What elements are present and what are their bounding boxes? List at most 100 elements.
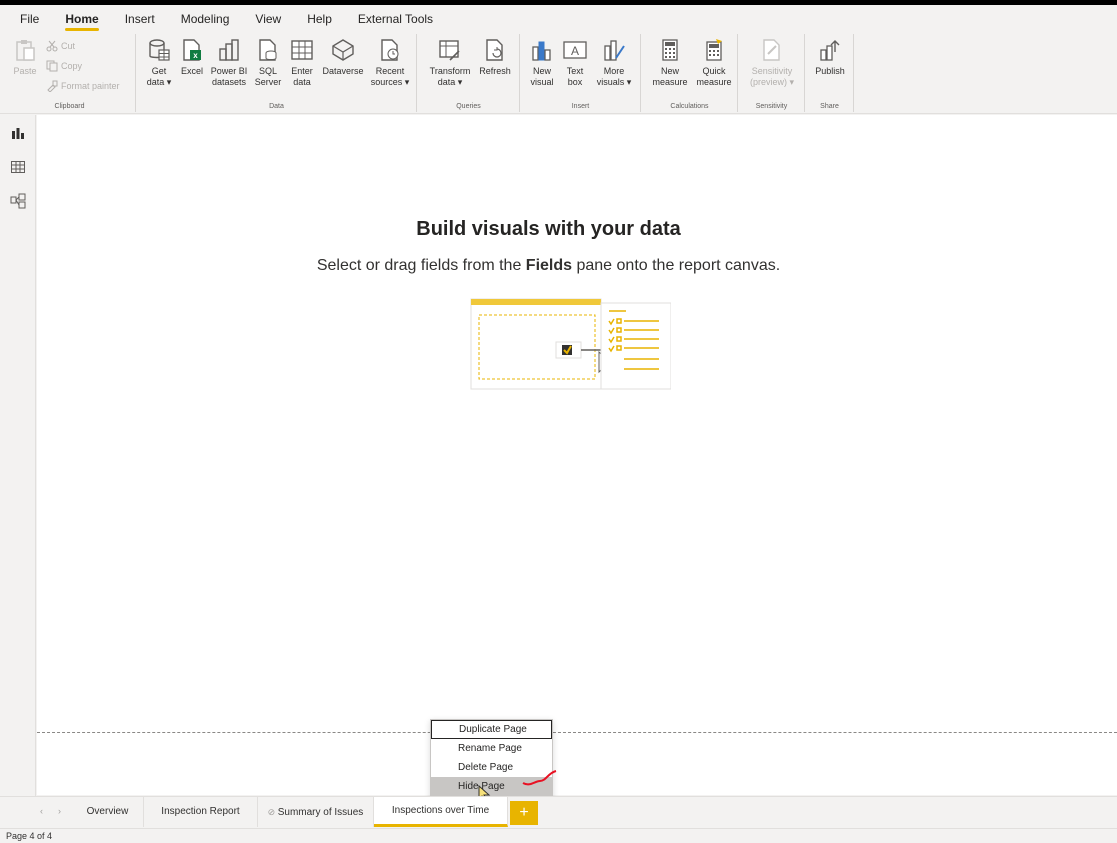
paste-label: Paste — [13, 66, 37, 76]
recent-sources-icon — [381, 39, 399, 61]
datasets-line1: Power BI — [210, 66, 248, 76]
text-box-line1: Text — [566, 66, 584, 76]
page-boundary — [37, 732, 1117, 733]
get-data-line2: data ▾ — [146, 77, 172, 87]
bar-chart-icon — [532, 41, 551, 61]
sensitivity-button[interactable]: Sensitivity (preview) ▾ — [743, 38, 801, 88]
group-clipboard: Paste Cut Copy Format painter Clipboard — [4, 34, 136, 112]
menu-help[interactable]: Help — [307, 12, 332, 26]
paste-icon — [16, 40, 35, 61]
power-bi-datasets-button[interactable]: Power BI datasets — [209, 38, 249, 88]
sql-line1: SQL — [258, 66, 277, 76]
excel-icon: x — [183, 39, 201, 61]
menu-view[interactable]: View — [255, 12, 281, 26]
status-bar: Page 4 of 4 — [0, 828, 1117, 843]
copy-label: Copy — [61, 61, 83, 71]
format-painter-icon — [47, 80, 58, 92]
rename-page-item[interactable]: Rename Page — [431, 739, 552, 758]
new-measure-line1: New — [660, 66, 679, 76]
model-view-icon[interactable] — [10, 193, 26, 209]
recent-sources-button[interactable]: Recent sources ▾ — [369, 38, 411, 88]
menu-file[interactable]: File — [20, 12, 39, 26]
datasets-icon — [219, 39, 239, 61]
enter-data-button[interactable]: Enter data — [287, 38, 317, 88]
menu-bar: File Home Insert Modeling View Help Exte… — [0, 5, 1117, 32]
get-data-line1: Get — [151, 66, 167, 76]
scroll-left-icon[interactable]: ‹ — [40, 806, 43, 816]
transform-data-icon — [439, 40, 460, 61]
copy-button[interactable]: Copy — [46, 60, 82, 72]
sql-server-icon — [259, 39, 277, 61]
delete-page-item[interactable]: Delete Page — [431, 758, 552, 777]
transform-data-button[interactable]: Transform data ▾ — [426, 38, 474, 88]
cut-button[interactable]: Cut — [46, 40, 75, 52]
quick-measure-line1: Quick — [702, 66, 726, 76]
excel-line1: Excel — [180, 66, 203, 76]
publish-icon — [820, 40, 840, 61]
empty-canvas-subtitle: Select or drag fields from the Fields pa… — [0, 257, 1097, 275]
sensitivity-line2: (preview) ▾ — [749, 77, 795, 87]
sql-server-button[interactable]: SQL Server — [253, 38, 283, 88]
hidden-page-icon: ⊘ — [267, 807, 278, 817]
recent-line2: sources ▾ — [370, 77, 410, 87]
group-share: Publish Share — [806, 34, 854, 112]
enter-data-line2: data — [293, 77, 311, 87]
more-visuals-button[interactable]: More visuals ▾ — [593, 38, 635, 88]
more-visuals-line1: More — [603, 66, 625, 76]
excel-button[interactable]: x Excel — [177, 38, 207, 77]
sensitivity-group-label: Sensitivity — [755, 103, 788, 110]
data-view-icon[interactable] — [10, 159, 26, 175]
insert-group-label: Insert — [571, 103, 590, 110]
group-calculations: New measure Quick measure Calculations — [642, 34, 738, 112]
new-visual-line2: visual — [530, 77, 554, 87]
menu-external-tools[interactable]: External Tools — [358, 12, 433, 26]
queries-group-label: Queries — [456, 103, 481, 110]
tab-overview[interactable]: Overview — [72, 797, 144, 827]
subtitle-part-1: Select or drag fields from the — [316, 257, 526, 274]
tab-inspection-report[interactable]: Inspection Report — [144, 797, 258, 827]
calculations-group-label: Calculations — [670, 103, 709, 110]
paste-button[interactable]: Paste — [10, 38, 40, 77]
clipboard-group-label: Clipboard — [54, 103, 85, 110]
refresh-button[interactable]: Refresh — [476, 38, 514, 77]
page-tab-bar: ‹ › Overview Inspection Report ⊘ Summary… — [0, 796, 1117, 828]
svg-text:x: x — [193, 51, 198, 60]
menu-insert[interactable]: Insert — [125, 12, 155, 26]
refresh-icon — [486, 39, 503, 61]
group-queries: Transform data ▾ Refresh Queries — [418, 34, 520, 112]
group-insert: New visual A Text box More visuals ▾ Ins… — [521, 34, 641, 112]
quick-measure-button[interactable]: Quick measure — [692, 38, 736, 88]
page-count-status: Page 4 of 4 — [6, 831, 53, 841]
subtitle-part-2: pane onto the report canvas. — [572, 257, 781, 274]
empty-canvas-title: Build visuals with your data — [416, 218, 681, 240]
get-data-button[interactable]: Get data ▾ — [143, 38, 175, 88]
report-canvas[interactable] — [37, 115, 1117, 795]
group-data: Get data ▾ x Excel Power BI datasets SQL… — [137, 34, 417, 112]
ribbon: Paste Cut Copy Format painter Clipboard … — [0, 32, 1117, 114]
format-painter-button[interactable]: Format painter — [46, 80, 120, 92]
share-group-label: Share — [820, 103, 839, 110]
scroll-right-icon[interactable]: › — [58, 806, 61, 816]
sensitivity-line1: Sensitivity — [751, 66, 793, 76]
duplicate-page-item[interactable]: Duplicate Page — [431, 720, 552, 739]
group-sensitivity: Sensitivity (preview) ▾ Sensitivity — [739, 34, 805, 112]
hide-page-item[interactable]: Hide Page — [431, 777, 552, 796]
subtitle-fields-bold: Fields — [525, 257, 573, 274]
add-page-button[interactable]: + — [510, 801, 538, 825]
dataverse-button[interactable]: Dataverse — [321, 38, 365, 77]
menu-home[interactable]: Home — [65, 12, 100, 31]
text-box-line2: box — [567, 77, 583, 87]
tab-summary-of-issues[interactable]: ⊘ Summary of Issues — [258, 797, 374, 827]
enter-data-line1: Enter — [291, 66, 313, 76]
tab-summary-label: Summary of Issues — [277, 807, 364, 818]
publish-label: Publish — [815, 66, 845, 76]
report-view-icon[interactable] — [10, 125, 26, 141]
tab-inspections-over-time[interactable]: Inspections over Time — [374, 797, 508, 827]
text-box-button[interactable]: A Text box — [561, 38, 589, 88]
sql-line2: Server — [254, 77, 282, 87]
publish-button[interactable]: Publish — [810, 38, 850, 77]
quick-measure-icon — [706, 39, 722, 61]
menu-modeling[interactable]: Modeling — [181, 12, 230, 26]
new-measure-button[interactable]: New measure — [648, 38, 692, 88]
new-visual-button[interactable]: New visual — [527, 38, 557, 88]
